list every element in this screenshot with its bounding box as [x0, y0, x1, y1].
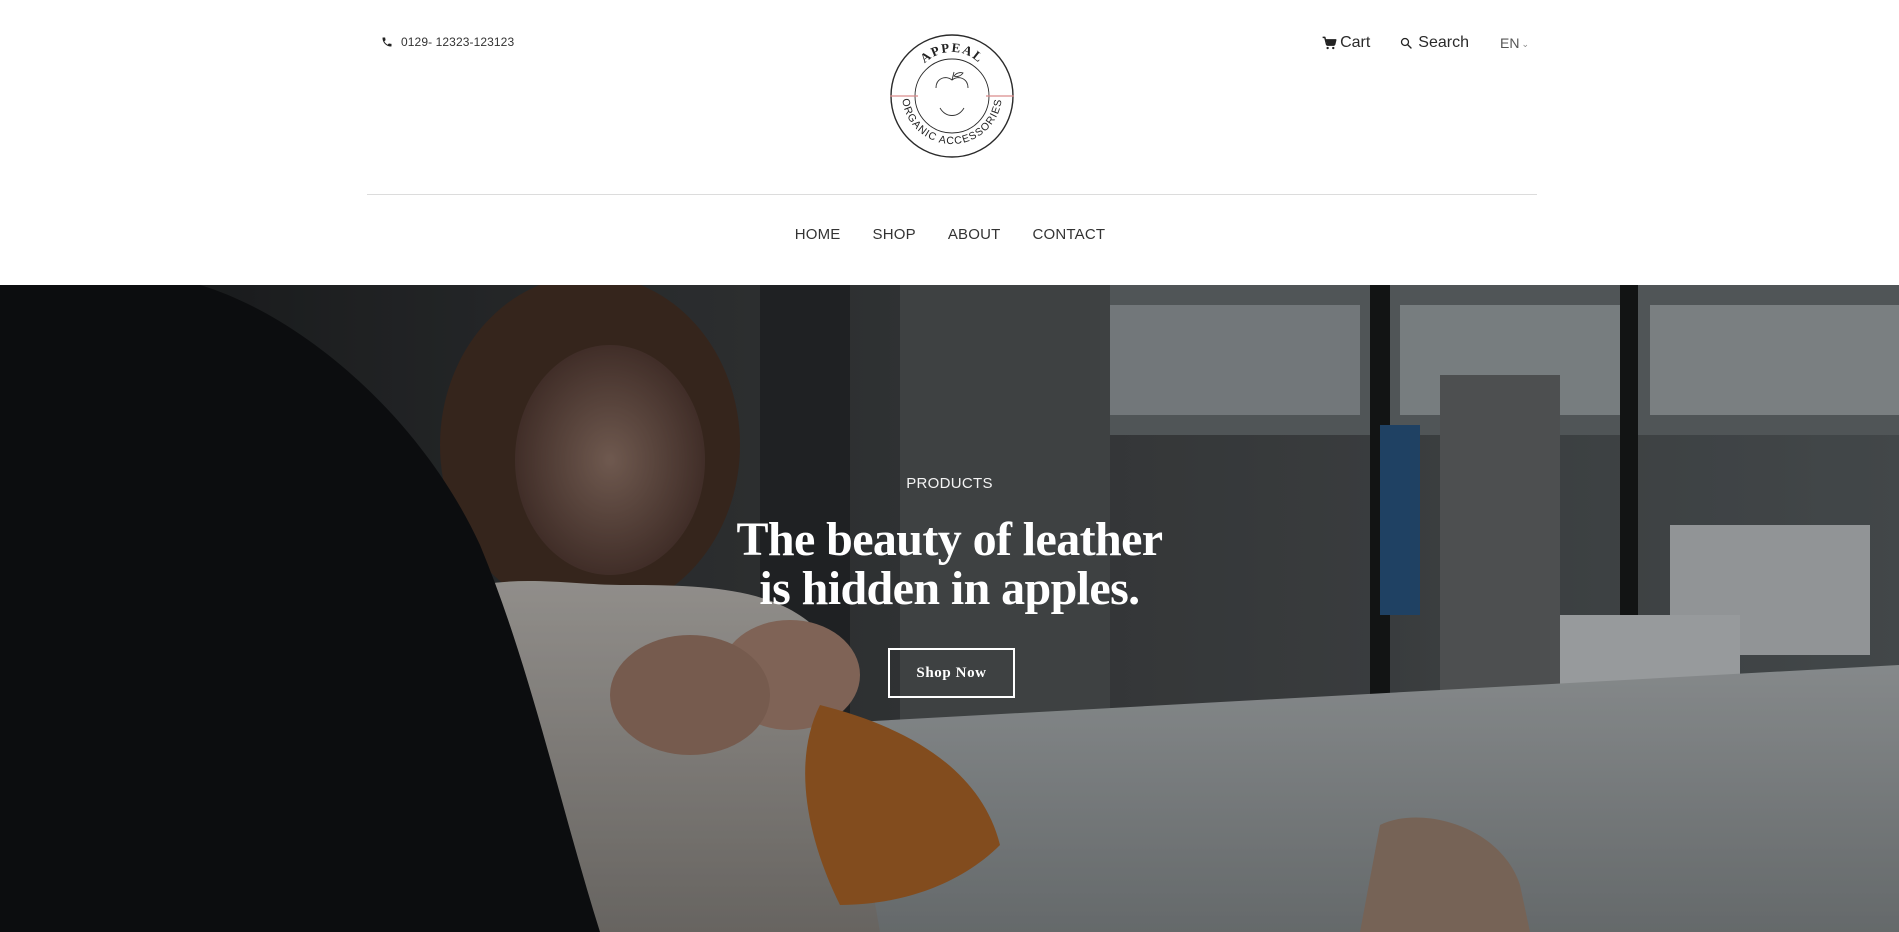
cart-label: Cart	[1340, 34, 1371, 51]
search-icon	[1400, 37, 1412, 49]
main-nav: HOME SHOP ABOUT CONTACT	[0, 226, 1899, 243]
brand-logo[interactable]: APPEAL ORGANIC ACCESSORIES	[884, 28, 1020, 164]
search-label: Search	[1418, 34, 1469, 51]
language-selector[interactable]: EN ⌄	[1500, 35, 1529, 51]
header-divider	[367, 194, 1537, 195]
phone-number: 0129- 12323-123123	[401, 35, 515, 49]
language-label: EN	[1500, 35, 1520, 51]
phone-icon	[381, 36, 393, 48]
cart-link[interactable]: Cart	[1322, 34, 1370, 52]
hero-banner: PRODUCTS The beauty of leather is hidden…	[0, 285, 1899, 932]
logo-brand-top: APPEAL	[917, 40, 986, 66]
apple-icon	[935, 71, 969, 116]
cart-icon	[1322, 36, 1337, 50]
logo-brand-bottom: ORGANIC ACCESSORIES	[899, 97, 1004, 147]
hero-eyebrow: PRODUCTS	[906, 475, 993, 492]
site-header: 0129- 12323-123123 APPEAL ORGANIC ACCESS…	[0, 0, 1899, 285]
utility-bar: Cart Search EN ⌄	[1322, 34, 1529, 52]
shop-now-button[interactable]: Shop Now	[888, 648, 1015, 698]
hero-headline-line-1: The beauty of leather	[736, 513, 1163, 566]
nav-item-contact[interactable]: CONTACT	[1033, 226, 1106, 243]
chevron-down-icon: ⌄	[1521, 38, 1529, 49]
nav-item-home[interactable]: HOME	[795, 226, 841, 243]
search-link[interactable]: Search	[1400, 34, 1469, 52]
hero-headline: The beauty of leather is hidden in apple…	[0, 515, 1899, 613]
svg-text:ORGANIC ACCESSORIES: ORGANIC ACCESSORIES	[899, 97, 1005, 147]
svg-text:APPEAL: APPEAL	[917, 40, 987, 66]
header-container: 0129- 12323-123123 APPEAL ORGANIC ACCESS…	[367, 0, 1537, 195]
hero-headline-line-2: is hidden in apples.	[759, 562, 1140, 615]
phone-link[interactable]: 0129- 12323-123123	[381, 35, 514, 49]
nav-item-shop[interactable]: SHOP	[873, 226, 916, 243]
nav-item-about[interactable]: ABOUT	[948, 226, 1001, 243]
